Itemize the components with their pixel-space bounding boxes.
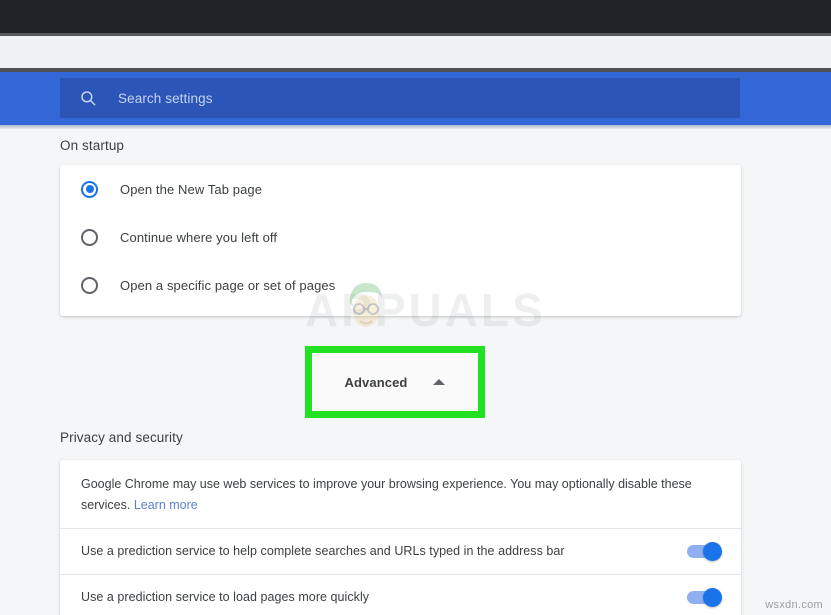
startup-option-continue[interactable]: Continue where you left off [60, 213, 741, 261]
browser-window: Search settings On startup Open the New … [0, 0, 831, 615]
startup-option-label: Open a specific page or set of pages [120, 277, 336, 293]
section-title-on-startup: On startup [60, 138, 125, 153]
browser-titlebar [0, 0, 831, 33]
startup-option-label: Open the New Tab page [120, 181, 263, 197]
privacy-description: Google Chrome may use web services to im… [81, 474, 721, 516]
startup-option-label: Continue where you left off [120, 229, 278, 245]
chevron-up-icon [433, 379, 446, 385]
privacy-toggle-row-prediction-load-pages[interactable]: Use a prediction service to load pages m… [60, 574, 741, 615]
advanced-button[interactable]: Advanced [312, 353, 478, 411]
learn-more-link[interactable]: Learn more [134, 498, 198, 512]
site-watermark: wsxdn.com [765, 599, 823, 611]
toggle-label: Use a prediction service to load pages m… [81, 590, 370, 604]
toggle-label: Use a prediction service to help complet… [81, 544, 565, 558]
section-title-privacy-and-security: Privacy and security [60, 430, 183, 445]
radio-specific-page[interactable] [81, 276, 98, 294]
privacy-toggle-row-prediction-address-bar[interactable]: Use a prediction service to help complet… [60, 528, 741, 574]
radio-new-tab[interactable] [81, 180, 98, 198]
startup-option-new-tab[interactable]: Open the New Tab page [60, 165, 741, 213]
on-startup-card: Open the New Tab page Continue where you… [60, 165, 741, 316]
privacy-and-security-card: Google Chrome may use web services to im… [60, 460, 741, 615]
search-icon [78, 88, 98, 108]
search-settings-field[interactable]: Search settings [60, 78, 740, 118]
toggle-switch-prediction-load-pages[interactable] [687, 587, 722, 607]
advanced-button-label: Advanced [344, 374, 408, 390]
toggle-switch-prediction-address-bar[interactable] [687, 541, 722, 561]
radio-continue[interactable] [81, 228, 98, 246]
startup-option-specific-page[interactable]: Open a specific page or set of pages [60, 261, 741, 309]
search-placeholder: Search settings [118, 90, 213, 106]
browser-toolbar [0, 36, 831, 68]
